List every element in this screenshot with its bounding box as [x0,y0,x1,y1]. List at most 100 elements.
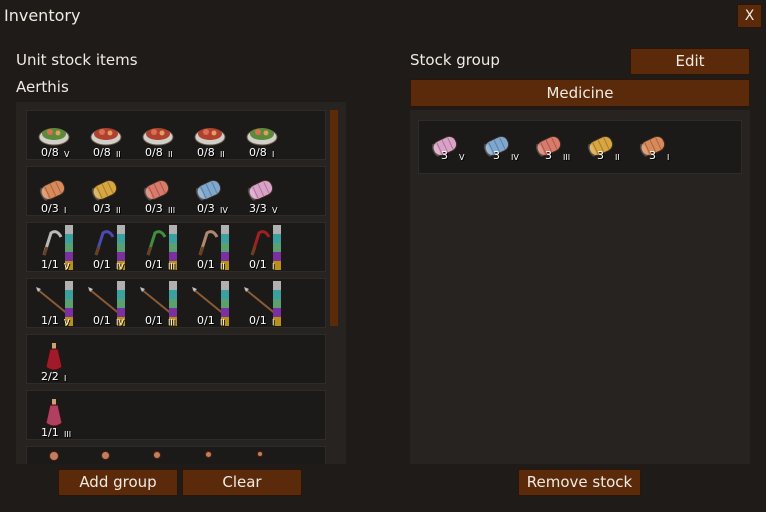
item-quantity: 0/3 [41,202,59,215]
item-quantity: 0/8 [197,146,215,159]
stock-rank: III [563,153,571,162]
stock-quantity: 3 [545,149,552,162]
stock-item-slot[interactable]: 3 III [523,123,575,173]
item-quantity: 1/1 [41,258,59,271]
item-slot[interactable]: 2/2 I [27,335,79,385]
item-slot[interactable]: 0/1 I [235,279,287,329]
item-slot[interactable]: 0/1 I [235,223,287,273]
remove-stock-button[interactable]: Remove stock [518,469,641,496]
item-rank: I [64,374,67,383]
item-quantity: 0/1 [93,314,111,327]
item-quantity: 3/3 [249,202,267,215]
stock-group-panel: 3 V 3 IV 3 III 3 II 3 I [410,110,750,464]
stock-row-food: 0/8 V 0/8 II 0/8 II 0/8 II 0/8 I [26,110,326,160]
title-bar: Inventory X [0,0,766,32]
item-rank: IV [116,318,124,327]
item-slot[interactable]: 0/8 V [27,111,79,161]
item-rank: I [272,262,275,271]
item-quantity: 0/8 [249,146,267,159]
potion-icon [49,451,59,461]
clear-button[interactable]: Clear [182,469,302,496]
item-rank: II [116,206,121,215]
stock-rank: V [459,153,465,162]
item-rank: II [168,150,173,159]
stock-rank: I [667,153,670,162]
item-rank: IV [220,206,228,215]
stock-item-slot[interactable]: 3V [419,123,471,173]
item-slot[interactable]: 0/1 IV [79,223,131,273]
item-quantity: 0/1 [197,314,215,327]
group-medicine-tab[interactable]: Medicine [410,79,750,107]
item-quantity: 0/8 [145,146,163,159]
stock-quantity: 3 [441,149,448,162]
stock-quantity: 3 [649,149,656,162]
item-quantity: 0/8 [41,146,59,159]
item-slot[interactable]: 0/3 III [131,167,183,217]
item-rank: V [64,262,70,271]
stock-row-potion: 1/1 III [26,390,326,440]
item-quantity: 0/3 [93,202,111,215]
item-slot[interactable]: 0/3 II [79,167,131,217]
item-slot[interactable]: 0/1 III [131,279,183,329]
item-rank: II [220,150,225,159]
item-slot[interactable]: 0/3 I [27,167,79,217]
item-rank: III [168,206,176,215]
item-slot[interactable]: 1/1 III [27,391,79,441]
stock-row-sickle: 1/1 V 0/1 IV 0/1 III 0/1 II 0/1 I [26,222,326,272]
item-quantity: 0/8 [93,146,111,159]
item-quantity: 0/1 [249,258,267,271]
stock-group-row: 3 V 3 IV 3 III 3 II 3 I [418,120,742,174]
item-rank: V [272,206,278,215]
window-title: Inventory [4,6,81,25]
item-slot[interactable]: 0/8 II [183,111,235,161]
potion-icon [205,451,212,458]
scrollbar-thumb[interactable] [330,110,338,326]
potion-icon [257,451,263,457]
unit-stock-heading: Unit stock items [16,51,138,69]
item-slot[interactable]: 1/1 V [27,223,79,273]
close-button[interactable]: X [737,4,762,28]
item-slot[interactable]: 0/8 I [235,111,287,161]
item-rank: V [64,150,70,159]
stock-rank: II [615,153,620,162]
item-rank: IV [116,262,124,271]
item-slot[interactable]: 0/3 IV [183,167,235,217]
stock-item-slot[interactable]: 3 II [575,123,627,173]
stock-row-potion: 2/2 I [26,334,326,384]
item-quantity: 0/1 [249,314,267,327]
item-quantity: 1/1 [41,426,59,439]
item-rank: III [64,430,72,439]
item-slot[interactable]: 0/1 III [131,223,183,273]
potion-icon [153,451,161,459]
item-quantity: 0/3 [197,202,215,215]
item-quantity: 0/1 [93,258,111,271]
stock-row-bandage: 0/3 I 0/3 II 0/3 III 0/3 IV 3/3 V [26,166,326,216]
item-rank: II [116,150,121,159]
item-rank: I [272,318,275,327]
item-quantity: 2/2 [41,370,59,383]
item-slot[interactable]: 0/1 II [183,223,235,273]
add-group-button[interactable]: Add group [58,469,178,496]
item-slot[interactable]: 0/1 IV [79,279,131,329]
item-quantity: 0/3 [145,202,163,215]
item-quantity: 0/1 [145,314,163,327]
stock-row-spear: 1/1 V 0/1 IV 0/1 III 0/1 II 0/1 I [26,278,326,328]
item-quantity: 0/1 [197,258,215,271]
item-slot[interactable]: 3/3 V [235,167,287,217]
item-rank: I [64,206,67,215]
item-slot[interactable]: 0/8 II [79,111,131,161]
item-rank: II [220,262,225,271]
stock-rank: IV [511,153,519,162]
stock-group-heading: Stock group [410,51,500,69]
edit-button[interactable]: Edit [630,48,750,75]
item-rank: V [64,318,70,327]
item-slot[interactable]: 1/1 V [27,279,79,329]
item-quantity: 0/1 [145,258,163,271]
item-rank: III [168,262,176,271]
unit-stock-list[interactable]: 0/8 V 0/8 II 0/8 II 0/8 II 0/8 I 0/3 I 0/3 II 0/3 III 0/… [16,102,346,464]
stock-item-slot[interactable]: 3I [627,123,679,173]
stock-item-slot[interactable]: 3 IV [471,123,523,173]
item-slot[interactable]: 0/8 II [131,111,183,161]
item-slot[interactable]: 0/1 II [183,279,235,329]
potion-icon [101,451,110,460]
